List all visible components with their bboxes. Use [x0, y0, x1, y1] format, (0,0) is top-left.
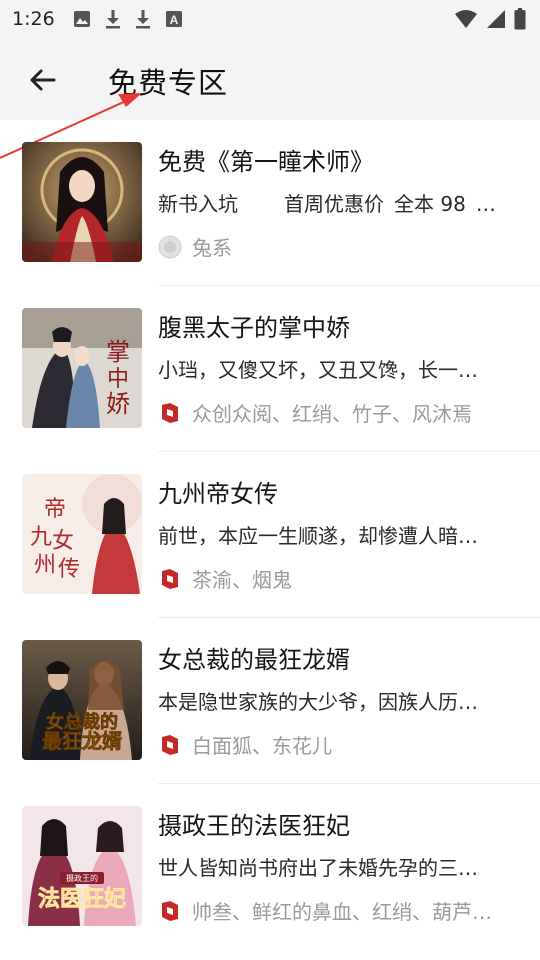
- book-description: 前世，本应一生顺遂，却惨遭人暗…: [158, 524, 478, 548]
- book-title: 腹黑太子的掌中娇: [158, 314, 350, 342]
- book-author: 白面狐、东花儿: [192, 734, 332, 758]
- page-title: 免费专区: [108, 66, 229, 100]
- book-title: 九州帝女传: [158, 480, 278, 508]
- book-title: 女总裁的最狂龙婿: [158, 646, 350, 674]
- font-icon: A: [165, 10, 183, 28]
- svg-text:传: 传: [58, 557, 80, 582]
- book-cover[interactable]: 女总裁的 最狂龙婿: [22, 640, 142, 760]
- list-item[interactable]: 掌 中 娇 腹黑太子的掌中娇 小珰，又傻又坏，又丑又馋，长一… 众创众阅、红绡、…: [0, 286, 540, 452]
- svg-text:最狂龙婿: 最狂龙婿: [42, 729, 122, 753]
- download-icon: [105, 9, 121, 29]
- signal-icon: [486, 9, 506, 29]
- publisher-logo-icon: [162, 900, 178, 921]
- book-meta: 兔系: [158, 232, 513, 261]
- book-list: 免费《第一瞳术师》 新书入坑 首周优惠价 全本 98 … 兔系 掌 中 娇 腹黑太…: [0, 120, 540, 950]
- svg-text:中: 中: [107, 367, 129, 392]
- publisher-logo-icon: [162, 568, 178, 589]
- svg-text:摄政王的: 摄政王的: [66, 873, 98, 883]
- svg-text:帝: 帝: [44, 497, 66, 522]
- book-description: 世人皆知尚书府出了未婚先孕的三…: [158, 856, 478, 880]
- book-meta: 白面狐、东花儿: [158, 730, 513, 759]
- book-author: 茶渝、烟鬼: [192, 568, 292, 592]
- list-item[interactable]: 免费《第一瞳术师》 新书入坑 首周优惠价 全本 98 … 兔系: [0, 120, 540, 286]
- desc-tag: 首周优惠价: [284, 192, 384, 216]
- book-cover[interactable]: [22, 142, 142, 262]
- arrow-left-icon: [30, 69, 56, 91]
- list-item[interactable]: 帝 九 女 州 传 九州帝女传 前世，本应一生顺遂，却惨遭人暗… 茶渝、烟鬼: [0, 452, 540, 618]
- download-icon: [135, 9, 151, 29]
- book-cover[interactable]: 掌 中 娇: [22, 308, 142, 428]
- book-title: 免费《第一瞳术师》: [158, 148, 374, 176]
- desc-tag: 全本 98: [394, 192, 466, 216]
- svg-text:A: A: [169, 13, 178, 27]
- book-meta: 帅叁、鲜红的鼻血、红绡、葫芦…: [158, 896, 513, 925]
- app-bar: 免费专区: [0, 38, 540, 120]
- book-meta: 众创众阅、红绡、竹子、风沐焉: [158, 398, 513, 427]
- book-author: 帅叁、鲜红的鼻血、红绡、葫芦…: [192, 900, 492, 924]
- svg-text:娇: 娇: [106, 390, 130, 418]
- publisher-logo-icon: [162, 402, 178, 423]
- svg-text:掌: 掌: [106, 338, 130, 366]
- book-author: 兔系: [192, 236, 232, 260]
- publisher-logo-icon: [162, 734, 178, 755]
- book-author: 众创众阅、红绡、竹子、风沐焉: [192, 402, 472, 426]
- book-title: 摄政王的法医狂妃: [158, 812, 350, 840]
- status-time: 1:26: [12, 8, 55, 30]
- book-cover[interactable]: 帝 九 女 州 传: [22, 474, 142, 594]
- list-item[interactable]: 摄政王的 法医狂妃 摄政王的法医狂妃 世人皆知尚书府出了未婚先孕的三… 帅叁、鲜…: [0, 784, 540, 950]
- svg-text:九: 九: [30, 525, 52, 550]
- desc-tag: …: [475, 192, 496, 216]
- svg-text:女: 女: [52, 529, 74, 554]
- svg-text:法医狂妃: 法医狂妃: [38, 886, 126, 912]
- status-bar: 1:26 A: [0, 0, 540, 38]
- book-cover[interactable]: 摄政王的 法医狂妃: [22, 806, 142, 926]
- battery-icon: [514, 8, 526, 30]
- back-button[interactable]: [20, 58, 64, 102]
- svg-text:州: 州: [34, 553, 56, 578]
- book-description: 本是隐世家族的大少爷，因族人历…: [158, 690, 478, 714]
- image-icon: [73, 10, 91, 28]
- avatar-placeholder-icon: [158, 235, 182, 258]
- book-description: 新书入坑 首周优惠价 全本 98 …: [158, 188, 503, 217]
- desc-tag: 新书入坑: [158, 192, 238, 216]
- book-description: 小珰，又傻又坏，又丑又馋，长一…: [158, 358, 478, 382]
- wifi-icon: [454, 9, 478, 29]
- list-item[interactable]: 女总裁的 最狂龙婿 女总裁的最狂龙婿 本是隐世家族的大少爷，因族人历… 白面狐、…: [0, 618, 540, 784]
- book-meta: 茶渝、烟鬼: [158, 564, 513, 593]
